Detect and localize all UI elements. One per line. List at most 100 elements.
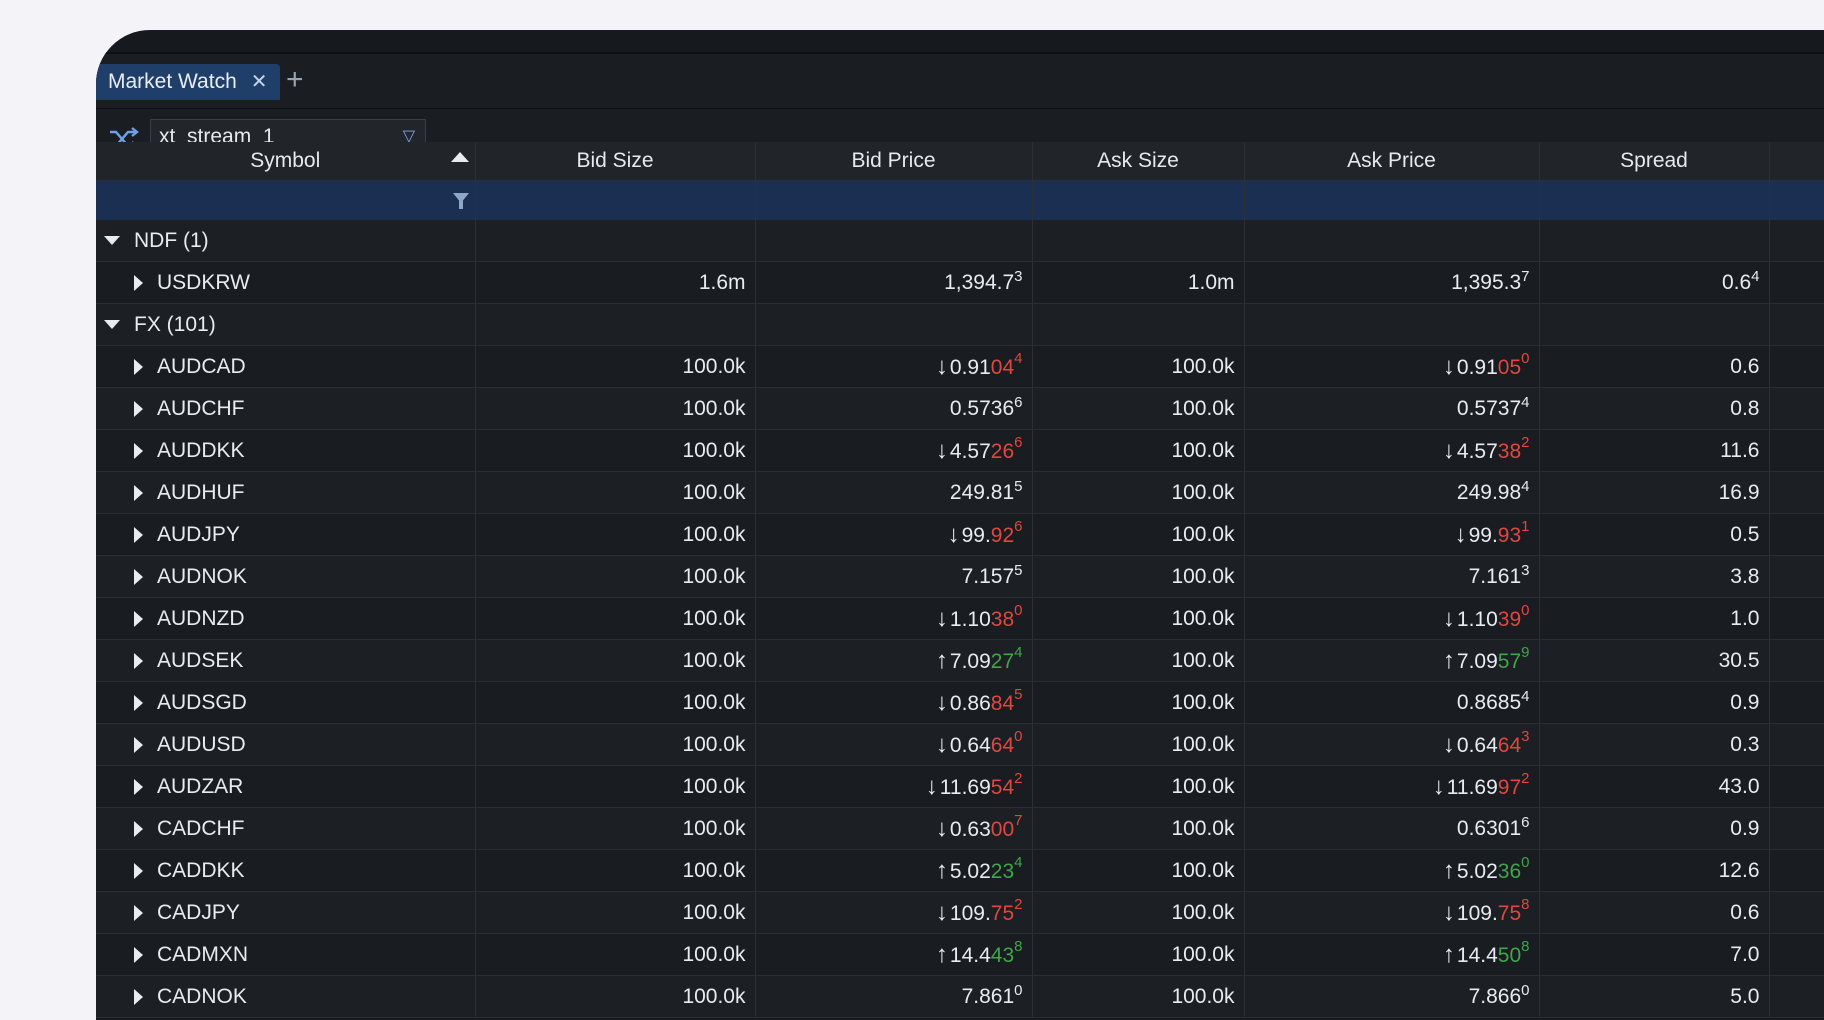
table-row[interactable]: USDKRW 1.6m 1,394.73 1.0m 1,395.37 0.64 xyxy=(96,261,1824,304)
empty-cell xyxy=(475,220,756,262)
empty-cell xyxy=(1769,765,1824,808)
symbol-cell[interactable]: AUDCAD xyxy=(96,345,476,388)
bid-size-cell: 100.0k xyxy=(475,387,756,430)
group-row[interactable]: FX (101) xyxy=(96,303,1824,346)
table-row[interactable]: AUDUSD 100.0k ↓0.64640 100.0k ↓0.64643 0.3 xyxy=(96,723,1824,766)
filter-cell[interactable] xyxy=(1032,180,1245,220)
column-header-bid-price[interactable]: Bid Price xyxy=(755,142,1033,181)
symbol-cell[interactable]: CADDKK xyxy=(96,849,476,892)
symbol-wrap: AUDNZD xyxy=(96,607,474,631)
column-header-bid-size[interactable]: Bid Size xyxy=(475,142,756,181)
group-cell[interactable]: NDF (1) xyxy=(96,220,476,262)
group-label-wrap: NDF (1) xyxy=(96,229,474,253)
symbol-cell[interactable]: AUDNZD xyxy=(96,597,476,640)
symbol-cell[interactable]: AUDHUF xyxy=(96,471,476,514)
bid-price-cell: 7.1575 xyxy=(755,555,1033,598)
group-row[interactable]: NDF (1) xyxy=(96,220,1824,262)
caret-right-icon[interactable] xyxy=(134,568,143,585)
sort-asc-icon[interactable] xyxy=(450,152,469,162)
ask-price-cell: ↓1.10390 xyxy=(1244,597,1540,640)
ask-price-cell: ↓0.91050 xyxy=(1244,345,1540,388)
table-row[interactable]: CADDKK 100.0k ↑5.02234 100.0k ↑5.02360 12.6 xyxy=(96,849,1824,892)
filter-cell[interactable] xyxy=(1539,180,1770,220)
symbol-cell[interactable]: USDKRW xyxy=(96,261,476,304)
caret-right-icon[interactable] xyxy=(134,820,143,837)
filter-cell[interactable] xyxy=(475,180,756,220)
table-row[interactable]: AUDCAD 100.0k ↓0.91044 100.0k ↓0.91050 0.6 xyxy=(96,345,1824,388)
caret-right-icon[interactable] xyxy=(134,526,143,543)
table-row[interactable]: AUDNZD 100.0k ↓1.10380 100.0k ↓1.10390 1.0 xyxy=(96,597,1824,640)
filter-cell[interactable] xyxy=(755,180,1033,220)
caret-right-icon[interactable] xyxy=(134,442,143,459)
spread-cell: 3.8 xyxy=(1539,555,1770,598)
caret-right-icon[interactable] xyxy=(134,358,143,375)
symbol-cell[interactable]: AUDDKK xyxy=(96,429,476,472)
table-row[interactable]: AUDNOK 100.0k 7.1575 100.0k 7.1613 3.8 xyxy=(96,555,1824,598)
arrow-up-icon: ↑ xyxy=(935,646,948,674)
symbol-cell[interactable]: AUDCHF xyxy=(96,387,476,430)
caret-right-icon[interactable] xyxy=(134,274,143,291)
bid-price-cell: ↓99.926 xyxy=(755,513,1033,556)
symbol-cell[interactable]: AUDSEK xyxy=(96,639,476,682)
column-header-ask-price[interactable]: Ask Price xyxy=(1244,142,1540,181)
price-main: 0.5736 xyxy=(949,396,1015,420)
group-cell[interactable]: FX (101) xyxy=(96,303,476,346)
caret-down-icon[interactable] xyxy=(104,236,120,245)
symbol-cell[interactable]: AUDSGD xyxy=(96,681,476,724)
symbol-cell[interactable]: CADCHF xyxy=(96,807,476,850)
table-row[interactable]: AUDCHF 100.0k 0.57366 100.0k 0.57374 0.8 xyxy=(96,387,1824,430)
price-pips: 05 xyxy=(1497,355,1522,379)
close-icon[interactable]: ✕ xyxy=(251,64,268,100)
table-row[interactable]: AUDHUF 100.0k 249.815 100.0k 249.984 16.9 xyxy=(96,471,1824,514)
spread-main: 1.0 xyxy=(1730,606,1760,630)
column-header-symbol[interactable]: Symbol xyxy=(96,142,476,181)
symbol-cell[interactable]: AUDJPY xyxy=(96,513,476,556)
filter-cell[interactable] xyxy=(1244,180,1540,220)
symbol-cell[interactable]: AUDNOK xyxy=(96,555,476,598)
symbol-cell[interactable]: CADNOK xyxy=(96,975,476,1018)
caret-right-icon[interactable] xyxy=(134,946,143,963)
ask-price-cell: 7.8660 xyxy=(1244,975,1540,1018)
tab-market-watch[interactable]: Market Watch ✕ xyxy=(96,64,280,100)
caret-right-icon[interactable] xyxy=(134,988,143,1005)
spread-cell: 1.0 xyxy=(1539,597,1770,640)
add-tab-icon[interactable]: + xyxy=(286,62,304,98)
caret-right-icon[interactable] xyxy=(134,652,143,669)
table-row[interactable]: AUDZAR 100.0k ↓11.69542 100.0k ↓11.69972 43.0 xyxy=(96,765,1824,808)
price-fraction: 6 xyxy=(1521,813,1530,831)
caret-down-icon[interactable] xyxy=(104,320,120,329)
symbol-cell[interactable]: CADJPY xyxy=(96,891,476,934)
filter-cell[interactable] xyxy=(1769,180,1824,220)
table-row[interactable]: AUDSEK 100.0k ↑7.09274 100.0k ↑7.09579 30.5 xyxy=(96,639,1824,682)
symbol-cell[interactable]: CADMXN xyxy=(96,933,476,976)
bid-price-cell: ↓109.752 xyxy=(755,891,1033,934)
table-row[interactable]: CADNOK 100.0k 7.8610 100.0k 7.8660 5.0 xyxy=(96,975,1824,1018)
symbol-cell[interactable]: AUDZAR xyxy=(96,765,476,808)
table-row[interactable]: AUDDKK 100.0k ↓4.57266 100.0k ↓4.57382 11.6 xyxy=(96,429,1824,472)
spread-main: 0.6 xyxy=(1730,354,1760,378)
caret-right-icon[interactable] xyxy=(134,862,143,879)
caret-right-icon[interactable] xyxy=(134,778,143,795)
symbol-filter[interactable] xyxy=(96,180,476,220)
table-row[interactable]: AUDJPY 100.0k ↓99.926 100.0k ↓99.931 0.5 xyxy=(96,513,1824,556)
caret-right-icon[interactable] xyxy=(134,610,143,627)
ask-size-cell: 100.0k xyxy=(1032,639,1245,682)
caret-right-icon[interactable] xyxy=(134,904,143,921)
price-main: 109. xyxy=(949,901,991,925)
caret-right-icon[interactable] xyxy=(134,484,143,501)
table-row[interactable]: CADMXN 100.0k ↑14.4438 100.0k ↑14.4508 7.0 xyxy=(96,933,1824,976)
column-header-spread[interactable]: Spread xyxy=(1539,142,1770,181)
caret-right-icon[interactable] xyxy=(134,736,143,753)
table-row[interactable]: CADJPY 100.0k ↓109.752 100.0k ↓109.758 0.6 xyxy=(96,891,1824,934)
price-fraction: 4 xyxy=(1014,349,1023,367)
symbol-cell[interactable]: AUDUSD xyxy=(96,723,476,766)
table-row[interactable]: AUDSGD 100.0k ↓0.86845 100.0k 0.86854 0.9 xyxy=(96,681,1824,724)
caret-right-icon[interactable] xyxy=(134,694,143,711)
filter-icon[interactable] xyxy=(452,193,469,209)
price-fraction: 7 xyxy=(1014,811,1023,829)
price-main: 0.63 xyxy=(949,817,991,841)
caret-right-icon[interactable] xyxy=(134,400,143,417)
price-main: 7.09 xyxy=(1456,649,1498,673)
table-row[interactable]: CADCHF 100.0k ↓0.63007 100.0k 0.63016 0.9 xyxy=(96,807,1824,850)
column-header-ask-size[interactable]: Ask Size xyxy=(1032,142,1245,181)
